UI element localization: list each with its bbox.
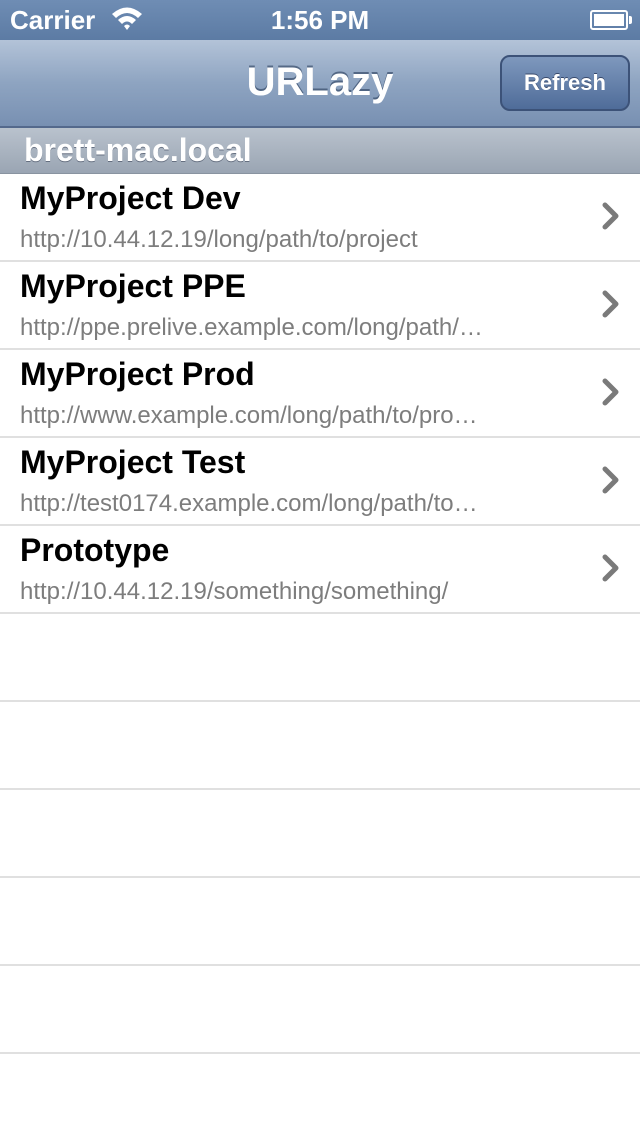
table-row[interactable]: MyProject Test http://test0174.example.c… bbox=[0, 438, 640, 526]
row-url: http://www.example.com/long/path/to/pro… bbox=[20, 402, 478, 429]
url-table: MyProject Dev http://10.44.12.19/long/pa… bbox=[0, 174, 640, 1054]
row-url: http://ppe.prelive.example.com/long/path… bbox=[20, 314, 483, 341]
row-title: MyProject Dev bbox=[20, 180, 241, 216]
row-url: http://10.44.12.19/something/something/ bbox=[20, 578, 449, 605]
row-title: MyProject PPE bbox=[20, 268, 246, 304]
status-bar: Carrier 1:56 PM bbox=[0, 0, 640, 40]
chevron-right-icon bbox=[602, 466, 620, 499]
chevron-right-icon bbox=[602, 554, 620, 587]
row-title: MyProject Test bbox=[20, 444, 246, 480]
section-title: brett-mac.local bbox=[24, 132, 252, 168]
row-title: MyProject Prod bbox=[20, 356, 255, 392]
chevron-right-icon bbox=[602, 378, 620, 411]
table-row[interactable]: MyProject Dev http://10.44.12.19/long/pa… bbox=[0, 174, 640, 262]
table-row[interactable]: Prototype http://10.44.12.19/something/s… bbox=[0, 526, 640, 614]
section-header: brett-mac.local bbox=[0, 128, 640, 174]
row-url: http://test0174.example.com/long/path/to… bbox=[20, 490, 478, 517]
empty-row bbox=[0, 966, 640, 1054]
chevron-right-icon bbox=[602, 202, 620, 235]
table-row[interactable]: MyProject Prod http://www.example.com/lo… bbox=[0, 350, 640, 438]
empty-row bbox=[0, 878, 640, 966]
table-row[interactable]: MyProject PPE http://ppe.prelive.example… bbox=[0, 262, 640, 350]
battery-icon bbox=[590, 10, 632, 30]
row-title: Prototype bbox=[20, 532, 170, 568]
empty-row bbox=[0, 790, 640, 878]
chevron-right-icon bbox=[602, 290, 620, 323]
row-url: http://10.44.12.19/long/path/to/project bbox=[20, 226, 418, 253]
status-time: 1:56 PM bbox=[270, 5, 370, 35]
refresh-button[interactable]: Refresh bbox=[500, 55, 630, 111]
navigation-bar: URLazy Refresh bbox=[0, 40, 640, 128]
empty-row bbox=[0, 614, 640, 702]
empty-row bbox=[0, 702, 640, 790]
